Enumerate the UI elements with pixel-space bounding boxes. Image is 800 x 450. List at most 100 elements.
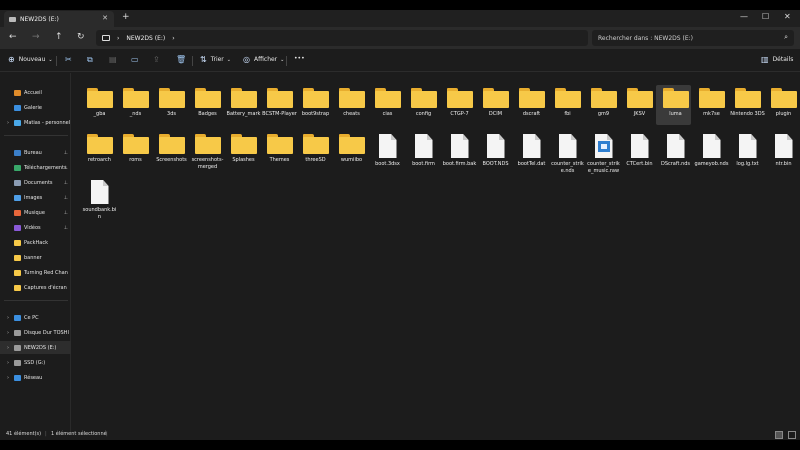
sidebar-item-disque-dur-toshi[interactable]: › Disque Dur TOSHI [0,326,71,339]
folder-item[interactable]: boot9strap [298,88,333,118]
chevron-right-icon[interactable]: › [4,315,12,321]
maximize-button[interactable]: ☐ [762,12,769,21]
file-item[interactable]: DScraft.nds [658,134,693,168]
sidebar-item-new2ds-e-[interactable]: › NEW2DS (E:) [0,341,71,354]
address-field[interactable]: › NEW2DS (E:) › [96,30,588,46]
folder-item[interactable]: cheats [334,88,369,118]
sidebar-item-documents[interactable]: Documents ⊥ [0,176,71,189]
folder-item[interactable]: fbi [550,88,585,118]
folder-item[interactable]: plugin [766,88,800,118]
file-item[interactable]: ntr.bin [766,134,800,168]
details-view-button[interactable] [775,431,783,439]
image-file-icon [594,134,613,158]
folder-icon [266,134,293,154]
paste-icon[interactable]: ▤ [109,55,117,64]
share-icon[interactable]: ⇪ [153,55,160,64]
file-item[interactable]: boot.firm [406,134,441,168]
minimize-button[interactable]: — [740,12,748,21]
folder-item[interactable]: cias [370,88,405,118]
rename-icon[interactable]: ▭ [131,55,139,64]
folder-item[interactable]: Nintendo 3DS [730,88,765,118]
chevron-right-icon[interactable]: › [4,120,12,126]
folder-item[interactable]: roms [118,134,153,164]
copy-icon[interactable]: ⧉ [87,55,93,65]
file-item[interactable]: counter_strike.nds [550,134,585,175]
file-item[interactable]: boot.3dsx [370,134,405,168]
sidebar-item-ssd-g-[interactable]: › SSD (G:) [0,356,71,369]
folder-item[interactable]: Badges [190,88,225,118]
back-button[interactable]: ← [9,32,17,42]
file-item[interactable]: soundbank.bin [82,180,117,221]
view-button[interactable]: ◎ Afficher ⌄ [243,55,284,64]
folder-item[interactable]: Themes [262,134,297,164]
folder-item[interactable]: luma [656,85,693,125]
chevron-right-icon[interactable]: › [4,345,12,351]
file-item[interactable]: boot.firm.bak [442,134,477,168]
folder-item[interactable]: Battery_mark [226,88,261,118]
sidebar-item-bureau[interactable]: Bureau ⊥ [0,146,71,159]
sidebar-item-images[interactable]: Images ⊥ [0,191,71,204]
sidebar-item-matias-personnel[interactable]: › Matias - personnel [0,116,71,129]
search-placeholder: Rechercher dans : NEW2DS (E:) [598,34,693,42]
folder-item[interactable]: JKSV [622,88,657,118]
folder-item[interactable]: threeSD [298,134,333,164]
chevron-right-icon[interactable]: › [4,360,12,366]
folder-item[interactable]: mk7se [694,88,729,118]
folder-item[interactable]: wumiibo [334,134,369,164]
sidebar-item-t-l-chargements[interactable]: Téléchargements ⊥ [0,161,71,174]
folder-item[interactable]: CTGP-7 [442,88,477,118]
folder-item[interactable]: _gba [82,88,117,118]
breadcrumb-drive[interactable]: NEW2DS (E:) [126,35,165,42]
large-icons-view-button[interactable] [788,431,796,439]
file-item[interactable]: CTCert.bin [622,134,657,168]
folder-item[interactable]: DCIM [478,88,513,118]
file-item[interactable]: gameyob.nds [694,134,729,168]
file-item[interactable]: bootTel.dat [514,134,549,168]
up-button[interactable]: ↑ [55,32,63,42]
folder-item[interactable]: config [406,88,441,118]
sidebar-item-packhack[interactable]: PackHack [0,236,71,249]
tab-new2ds[interactable]: NEW2DS (E:) ✕ [4,11,114,27]
forward-button[interactable]: → [32,32,40,42]
sort-button[interactable]: ⇅ Trier ⌄ [200,55,231,64]
folder-item[interactable]: dscraft [514,88,549,118]
file-item[interactable]: log.lg.txt [730,134,765,168]
close-tab-icon[interactable]: ✕ [102,14,108,22]
details-pane-button[interactable]: ▥ Détails [761,55,793,64]
status-divider: | [45,431,47,437]
folder-item[interactable]: 3ds [154,88,189,118]
delete-icon[interactable]: 🗑 [176,55,186,64]
sidebar-item-ce-pc[interactable]: › Ce PC [0,311,71,324]
chevron-right-icon[interactable]: › [4,330,12,336]
sidebar-item-accueil[interactable]: Accueil [0,86,71,99]
sidebar-item-r-seau[interactable]: › Réseau [0,371,71,384]
search-input[interactable]: Rechercher dans : NEW2DS (E:) ⌕ [592,30,794,46]
chevron-right-icon[interactable]: › [4,375,12,381]
folder-item[interactable]: BCSTM-Player [262,88,297,118]
close-window-button[interactable]: ✕ [784,12,791,21]
sidebar-item-galerie[interactable]: Galerie [0,101,71,114]
folder-item[interactable]: _nds [118,88,153,118]
file-icon [666,134,685,158]
sidebar-item-label: Vidéos [24,224,41,231]
folder-item[interactable]: Splashes [226,134,261,164]
new-tab-button[interactable]: + [122,12,130,22]
sidebar-item-turning-red-chan[interactable]: Turning Red Chan [0,266,71,279]
breadcrumb-chevron-icon[interactable]: › [172,35,174,42]
file-item[interactable]: counter_strike_music.raw [586,134,621,175]
file-item[interactable]: BOOT.NDS [478,134,513,168]
sidebar-item-banner[interactable]: banner [0,251,71,264]
folder-item[interactable]: retroarch [82,134,117,164]
more-options-button[interactable]: ••• [294,55,305,62]
cut-icon[interactable]: ✂ [65,55,72,64]
folder-item[interactable]: gm9 [586,88,621,118]
sidebar-item-vid-os[interactable]: Vidéos ⊥ [0,221,71,234]
refresh-button[interactable]: ↻ [77,32,85,42]
folder-item[interactable]: screenshots-merged [190,134,225,171]
folder-icon [698,88,725,108]
videos-icon [14,224,21,231]
sidebar-item-musique[interactable]: Musique ⊥ [0,206,71,219]
new-button[interactable]: ⊕ Nouveau ⌄ [8,55,53,64]
folder-item[interactable]: Screenshots [154,134,189,164]
sidebar-item-captures-d-cran[interactable]: Captures d'écran [0,281,71,294]
